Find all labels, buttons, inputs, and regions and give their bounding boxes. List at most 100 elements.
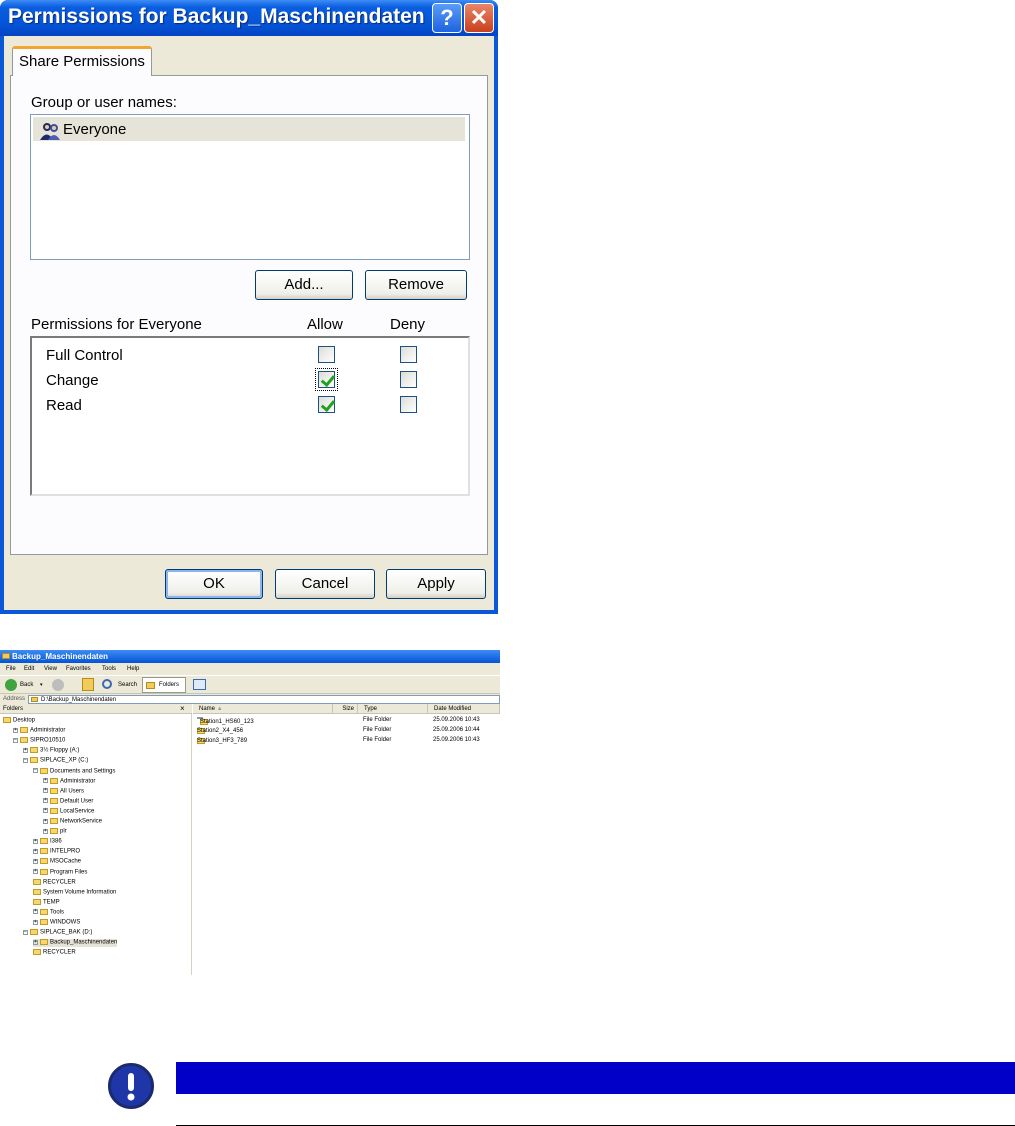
menu-tools[interactable]: Tools [102, 666, 116, 672]
help-button[interactable]: ? [432, 3, 462, 33]
file-row[interactable]: Station1_HS60_123 File Folder 25.09.2006… [193, 716, 500, 726]
list-item-everyone[interactable]: Everyone [33, 117, 465, 141]
permission-change-label: Change [46, 372, 99, 389]
dialog-title-bar[interactable]: Permissions for Backup_Maschinendaten ? … [0, 0, 498, 36]
tree-item[interactable]: − SIPLACE_XP (C:) [23, 757, 88, 765]
tree-item-label: NetworkService [60, 818, 103, 825]
menu-favorites[interactable]: Favorites [66, 666, 91, 672]
tree-item[interactable]: + NetworkService [43, 818, 102, 826]
full-control-allow-checkbox[interactable] [318, 346, 335, 363]
tree-item[interactable]: + Administrator [13, 727, 65, 735]
tree-item[interactable]: + Administrator [43, 777, 95, 786]
expand-icon[interactable]: + [33, 919, 38, 925]
full-control-deny-checkbox[interactable] [400, 346, 417, 363]
tree-item[interactable]: + LocalService [43, 807, 95, 816]
tree-item[interactable]: − SIPLACE_BAK (D:) [23, 929, 92, 937]
collapse-icon[interactable]: − [13, 737, 18, 743]
remove-button[interactable]: Remove [365, 270, 467, 300]
tree-item[interactable]: System Volume Information [33, 888, 117, 897]
expand-icon[interactable]: + [33, 838, 38, 844]
collapse-icon[interactable]: − [23, 929, 28, 935]
column-date[interactable]: Date Modified [428, 704, 500, 714]
expand-icon[interactable]: + [43, 808, 48, 814]
folders-button[interactable]: Folders [142, 677, 186, 693]
menu-file[interactable]: File [6, 666, 16, 672]
menu-view[interactable]: View [44, 666, 57, 672]
tab-share-permissions[interactable]: Share Permissions [12, 46, 152, 76]
tree-item[interactable]: RECYCLER [33, 949, 76, 957]
column-name[interactable]: Name ▲ [193, 704, 333, 714]
tree-item[interactable]: RECYCLER [33, 878, 76, 887]
close-icon[interactable]: × [180, 704, 185, 713]
collapse-icon[interactable]: − [33, 768, 38, 773]
apply-button[interactable]: Apply [386, 569, 486, 599]
tree-item-label: LocalService [60, 808, 95, 815]
search-label[interactable]: Search [118, 682, 137, 688]
tree-item-label: INTELPRO [50, 848, 81, 855]
address-input[interactable]: D:\Backup_Maschinendaten [28, 695, 500, 704]
tree-item[interactable]: − Documents and Settings [33, 767, 115, 776]
folder-icon [33, 878, 41, 885]
tree-item[interactable]: + INTELPRO [33, 848, 80, 856]
tree-item[interactable]: + Program Files [33, 868, 88, 877]
tree-item[interactable]: TEMP [33, 898, 60, 907]
expand-icon[interactable]: + [33, 939, 38, 945]
menu-help[interactable]: Help [127, 666, 139, 672]
tree-item[interactable]: + All Users [43, 787, 84, 796]
column-size[interactable]: Size [333, 704, 358, 714]
expand-icon[interactable]: + [33, 858, 38, 864]
folder-icon [31, 697, 38, 702]
ok-button[interactable]: OK [165, 569, 263, 599]
tree-item[interactable]: − SIPRO10510 [13, 737, 65, 745]
tree-item-label: System Volume Information [43, 889, 117, 896]
change-deny-checkbox[interactable] [400, 371, 417, 388]
views-icon[interactable] [193, 679, 206, 690]
tree-item[interactable]: + plr [43, 828, 67, 836]
expand-icon[interactable]: + [43, 818, 48, 824]
folder-icon [3, 717, 11, 723]
expand-icon[interactable]: + [13, 727, 18, 733]
column-type[interactable]: Type [358, 704, 428, 714]
tree-item-label: Backup_Maschinendaten [50, 939, 118, 946]
expand-icon[interactable]: + [43, 788, 48, 794]
change-allow-checkbox[interactable] [318, 371, 335, 388]
back-label[interactable]: Back [20, 682, 33, 688]
up-folder-icon[interactable] [82, 678, 94, 691]
expand-icon[interactable]: + [43, 828, 48, 834]
tree-item[interactable]: + Default User [43, 797, 93, 806]
file-row[interactable]: Station2_X4_456 File Folder 25.09.2006 1… [193, 726, 500, 736]
search-icon[interactable] [102, 679, 112, 689]
file-row[interactable]: Station3_HF3_789 File Folder 25.09.2006 … [193, 736, 500, 746]
tree-item[interactable]: +3½ Floppy (A:) [23, 747, 79, 755]
tree-item[interactable]: Desktop [3, 717, 35, 725]
user-list[interactable]: Everyone [30, 114, 470, 260]
add-button[interactable]: Add... [255, 270, 353, 300]
folders-title: Folders [3, 706, 24, 712]
tree-item[interactable]: + MSOCache [33, 858, 81, 866]
expand-icon[interactable]: + [43, 798, 48, 804]
read-deny-checkbox[interactable] [400, 396, 417, 413]
expand-icon[interactable]: + [43, 778, 48, 784]
read-allow-checkbox[interactable] [318, 396, 335, 413]
back-arrow-icon[interactable] [5, 679, 17, 691]
forward-arrow-icon[interactable] [52, 679, 64, 691]
tree-item-label: MSOCache [50, 858, 82, 865]
expand-icon[interactable]: + [33, 909, 38, 915]
important-icon [108, 1063, 154, 1109]
cancel-button[interactable]: Cancel [275, 569, 375, 599]
expand-icon[interactable]: + [23, 747, 28, 753]
back-dropdown-icon[interactable]: ▾ [40, 682, 43, 688]
expand-icon[interactable]: + [33, 848, 38, 854]
tree-item-label: Program Files [50, 869, 88, 876]
expand-icon[interactable]: + [33, 869, 38, 874]
tree-item[interactable]: + WINDOWS [33, 919, 80, 927]
tree-item[interactable]: + Backup_Maschinendaten [33, 939, 118, 947]
tree-item[interactable]: + I386 [33, 838, 62, 846]
menu-edit[interactable]: Edit [24, 666, 34, 672]
tree-item[interactable]: + Tools [33, 908, 65, 917]
collapse-icon[interactable]: − [23, 757, 28, 763]
explorer-title-bar[interactable]: Backup_Maschinendaten [0, 650, 500, 663]
close-button[interactable]: ✕ [464, 3, 494, 33]
folder-icon [30, 747, 38, 754]
tree-item-label: Tools [50, 909, 65, 916]
